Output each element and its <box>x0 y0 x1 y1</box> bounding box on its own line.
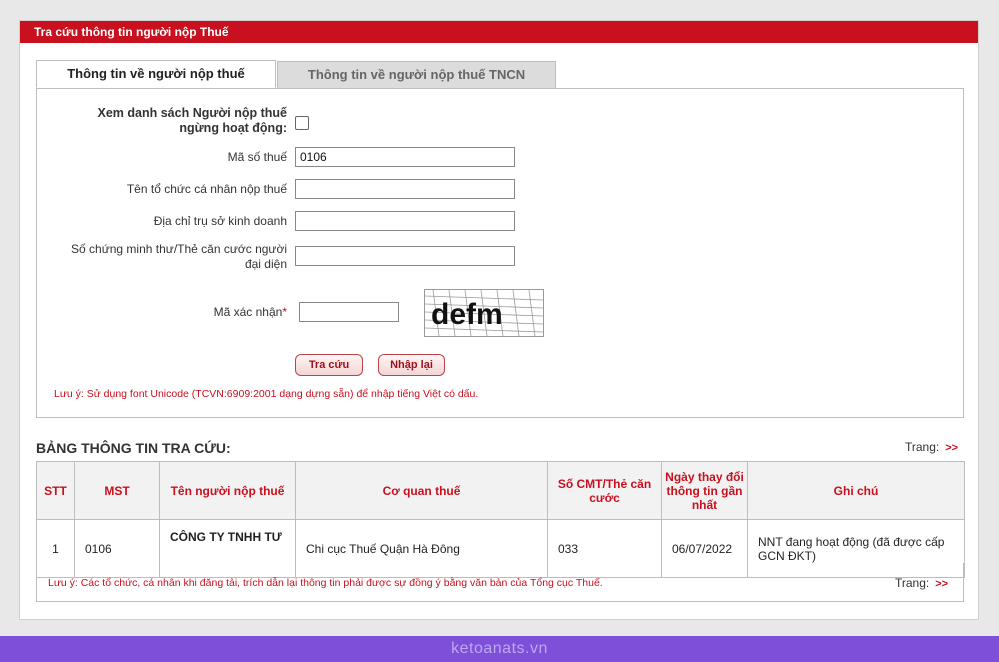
table-footer: Lưu ý: Các tổ chức, cá nhân khi đăng tải… <box>36 563 964 602</box>
captcha-label: Mã xác nhận* <box>213 305 287 319</box>
reset-button[interactable]: Nhập lại <box>378 354 445 376</box>
column-header: STT <box>36 461 75 520</box>
captcha-noise: defm <box>425 290 543 336</box>
site-watermark: ketoanats.vn <box>451 640 548 657</box>
results-title: BẢNG THÔNG TIN TRA CỨU: <box>36 440 231 456</box>
next-page-link[interactable]: >> <box>935 578 948 590</box>
column-header: Tên người nộp thuế <box>159 461 296 520</box>
column-header: Số CMT/Thẻ căn cước <box>547 461 662 520</box>
required-mark: * <box>282 305 287 319</box>
page-label: Trang: <box>895 576 930 590</box>
panel-title: Tra cứu thông tin người nộp Thuế <box>20 21 978 43</box>
page-label: Trang: <box>905 440 940 454</box>
tab-personal-income-taxpayer[interactable]: Thông tin về người nộp thuế TNCN <box>277 61 556 89</box>
table-header-row: STT MST Tên người nộp thuế Cơ quan thuế … <box>36 461 965 520</box>
org-name-input[interactable] <box>295 179 515 199</box>
page-frame: Tra cứu thông tin người nộp Thuế Thông t… <box>0 0 999 636</box>
captcha-input[interactable] <box>299 302 399 322</box>
column-header: Cơ quan thuế <box>295 461 548 520</box>
inactive-list-checkbox[interactable] <box>295 116 309 130</box>
results-table: STT MST Tên người nộp thuế Cơ quan thuế … <box>36 461 965 578</box>
id-number-input[interactable] <box>295 246 515 266</box>
column-header: Ngày thay đổi thông tin gần nhất <box>661 461 748 520</box>
org-name-label: Tên tổ chức cá nhân nộp thuế <box>126 182 287 196</box>
tax-lookup-panel: Tra cứu thông tin người nộp Thuế Thông t… <box>19 20 979 620</box>
tab-taxpayer-info[interactable]: Thông tin về người nộp thuế <box>36 60 276 88</box>
pagination-bottom: Trang: >> <box>895 576 948 590</box>
search-button[interactable]: Tra cứu <box>295 354 363 376</box>
captcha-text: defm <box>431 298 503 331</box>
inactive-list-label: Xem danh sách Người nộp thuế ngừng hoạt … <box>97 106 287 135</box>
unicode-note: Lưu ý: Sử dụng font Unicode (TCVN:6909:2… <box>54 388 479 400</box>
id-number-label: Số chứng minh thư/Thẻ căn cước người đại… <box>71 242 287 271</box>
next-page-link[interactable]: >> <box>945 442 958 454</box>
column-header: MST <box>74 461 160 520</box>
tax-code-input[interactable] <box>295 147 515 167</box>
column-header: Ghi chú <box>747 461 965 520</box>
address-input[interactable] <box>295 211 515 231</box>
copyright-note: Lưu ý: Các tổ chức, cá nhân khi đăng tải… <box>48 577 603 589</box>
search-form: Xem danh sách Người nộp thuế ngừng hoạt … <box>36 88 964 418</box>
pagination-top: Trang: >> <box>905 440 958 454</box>
address-label: Địa chỉ trụ sở kinh doanh <box>153 214 287 228</box>
captcha-image: defm <box>424 289 544 337</box>
tax-code-label: Mã số thuế <box>227 150 287 164</box>
